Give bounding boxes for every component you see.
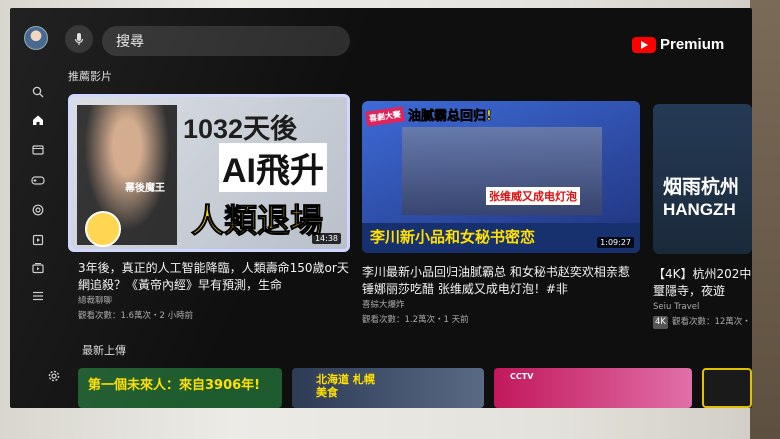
settings-icon[interactable] (44, 366, 64, 386)
voice-search-button[interactable] (65, 25, 93, 53)
wall-background (750, 0, 780, 439)
shorts-icon[interactable] (28, 140, 48, 160)
latest-thumb-text-3: CCTV (510, 372, 534, 381)
music-icon[interactable] (28, 258, 48, 278)
video-thumbnail-2[interactable]: 油腻霸总回归! 喜劇大賽 张维威又成电灯泡 李川新小品和女秘书密恋 1:09:2… (362, 101, 640, 253)
video-meta-3-text: 觀看次數：12萬次・ (671, 317, 751, 327)
video-channel-3: Seiu Travel (653, 302, 700, 312)
premium-label: Premium (660, 36, 725, 53)
thumb-caption: 张维威又成电灯泡 (486, 187, 580, 205)
search-input[interactable]: 搜尋 (102, 26, 350, 56)
latest-thumb-text-2: 北海道 札幌美食 (316, 373, 375, 399)
search-icon[interactable] (28, 82, 48, 102)
latest-thumbnail-4[interactable] (702, 368, 752, 408)
video-duration-2: 1:09:27 (597, 237, 634, 248)
section-title-latest: 最新上傳 (82, 344, 126, 357)
latest-thumbnail-2[interactable]: 北海道 札幌美食 (292, 368, 484, 408)
home-icon[interactable] (28, 110, 48, 130)
subscriptions-icon[interactable] (28, 200, 48, 220)
thumb-tag: 幕後魔王 (125, 183, 165, 194)
account-avatar[interactable] (24, 26, 48, 50)
video-duration: 14:38 (311, 233, 341, 244)
video-channel-2: 喜綜大爆炸 (362, 300, 405, 310)
microphone-icon (74, 33, 84, 45)
thumb-line-3: 人類退場 (191, 202, 324, 240)
thumb-line-2: AI飛升 (219, 143, 327, 192)
thumb-en-text: HANGZH (663, 200, 736, 219)
latest-thumb-text-1: 第一個未來人：來自3906年! (88, 378, 261, 393)
latest-thumbnail-1[interactable]: 第一個未來人：來自3906年! (78, 368, 282, 408)
search-placeholder: 搜尋 (116, 34, 144, 50)
thumb-big-text: 烟雨杭州 (663, 176, 740, 198)
library-icon[interactable] (28, 230, 48, 250)
youtube-play-icon (632, 36, 656, 53)
thumb-line-1: 1032天後 (183, 114, 298, 144)
video-meta-3: 4K 觀看次數：12萬次・ (653, 316, 751, 329)
latest-thumbnail-3[interactable]: CCTV (494, 368, 692, 408)
video-title-2: 李川最新小品回归油腻霸总 和女秘书赵奕欢相亲惹锤娜丽莎吃醋 张维威又成电灯泡！#… (362, 265, 630, 296)
channel-avatar-icon (85, 211, 121, 247)
thumb-tag-2: 喜劇大賽 (365, 106, 405, 127)
tv-screen: 搜尋 Premium 推薦影片 1032天後 AI飛升 人類退場 幕後魔王 14… (10, 8, 752, 408)
menu-icon[interactable] (28, 286, 48, 306)
section-title-recommended: 推薦影片 (68, 70, 112, 83)
video-thumbnail-1[interactable]: 1032天後 AI飛升 人類退場 幕後魔王 14:38 (68, 94, 350, 252)
video-thumbnail-3[interactable]: 烟雨杭州 HANGZH (653, 104, 752, 254)
video-meta-2: 觀看次數：1.2萬次・1 天前 (362, 315, 469, 325)
gaming-icon[interactable] (28, 170, 48, 190)
video-channel-1: 總裁聊聊 (78, 296, 113, 306)
video-title-3: 【4K】杭州202中璽隱寺，夜遊 (653, 267, 752, 298)
thumb-bottom-text: 李川新小品和女秘书密恋 (370, 228, 536, 246)
quality-badge: 4K (653, 316, 668, 329)
thumb-top-text: 油腻霸总回归! (408, 109, 493, 125)
video-meta-1: 觀看次數：1.6萬次・2 小時前 (78, 311, 194, 321)
youtube-premium-logo: Premium (632, 36, 724, 53)
video-title-1: 3年後，真正的人工智能降臨，人類壽命150歲or天網追殺？《黃帝內經》早有預測，… (78, 261, 349, 292)
